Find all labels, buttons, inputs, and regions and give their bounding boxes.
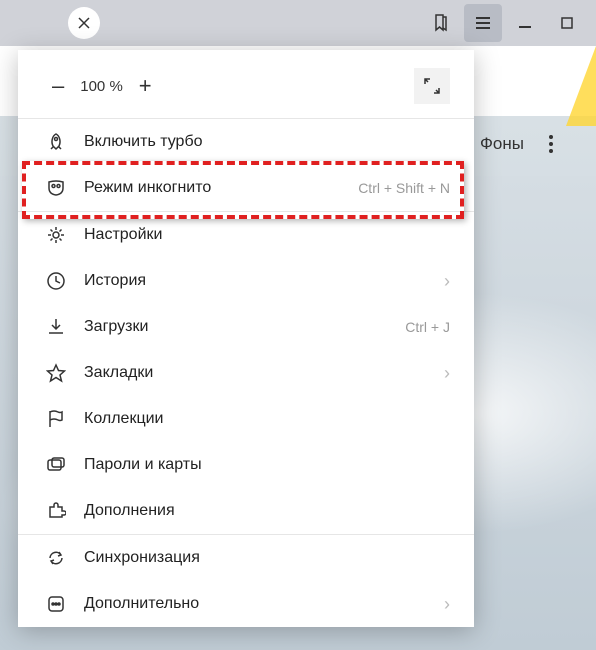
tab-close-button[interactable]	[68, 7, 100, 39]
shortcut-text: Ctrl + Shift + N	[358, 180, 450, 196]
menu-label: Загрузки	[84, 318, 405, 336]
zoom-out-button[interactable]: –	[42, 73, 74, 99]
gear-icon	[42, 224, 70, 246]
flag-icon	[42, 408, 70, 430]
menu-item-more[interactable]: Дополнительно ›	[18, 581, 474, 627]
yandex-accent	[566, 46, 596, 126]
page-controls: Фоны	[480, 134, 566, 154]
menu-item-turbo[interactable]: Включить турбо	[18, 119, 474, 165]
menu-item-incognito[interactable]: Режим инкогнито Ctrl + Shift + N	[18, 165, 474, 211]
star-icon	[42, 362, 70, 384]
clock-icon	[42, 270, 70, 292]
menu-label: Дополнительно	[84, 595, 436, 613]
menu-item-collections[interactable]: Коллекции	[18, 396, 474, 442]
menu-label: Режим инкогнито	[84, 179, 358, 197]
menu-item-passwords[interactable]: Пароли и карты	[18, 442, 474, 488]
fullscreen-button[interactable]	[414, 68, 450, 104]
minimize-button[interactable]	[504, 4, 546, 42]
close-icon	[77, 16, 91, 30]
menu-label: Закладки	[84, 364, 436, 382]
menu-label: Включить турбо	[84, 133, 450, 151]
main-menu: – 100 % + Включить турбо Режим инкогнито…	[18, 50, 474, 627]
menu-label: Пароли и карты	[84, 456, 450, 474]
sync-icon	[42, 547, 70, 569]
chevron-right-icon: ›	[444, 271, 450, 292]
menu-label: Синхронизация	[84, 549, 450, 567]
puzzle-icon	[42, 500, 70, 522]
menu-item-bookmarks[interactable]: Закладки ›	[18, 350, 474, 396]
mask-icon	[42, 177, 70, 199]
zoom-controls: – 100 % +	[18, 50, 474, 118]
menu-label: Настройки	[84, 226, 450, 244]
more-icon	[42, 593, 70, 615]
maximize-button[interactable]	[546, 4, 588, 42]
rocket-icon	[42, 131, 70, 153]
zoom-in-button[interactable]: +	[129, 73, 162, 99]
menu-item-settings[interactable]: Настройки	[18, 212, 474, 258]
menu-item-downloads[interactable]: Загрузки Ctrl + J	[18, 304, 474, 350]
backgrounds-button[interactable]: Фоны	[480, 134, 524, 154]
menu-label: Коллекции	[84, 410, 450, 428]
chevron-right-icon: ›	[444, 594, 450, 615]
menu-label: Дополнения	[84, 502, 450, 520]
bookmarks-all-icon[interactable]	[422, 4, 460, 42]
more-options-button[interactable]	[536, 135, 566, 153]
download-icon	[42, 316, 70, 338]
chevron-right-icon: ›	[444, 363, 450, 384]
titlebar	[0, 0, 596, 46]
menu-item-sync[interactable]: Синхронизация	[18, 535, 474, 581]
menu-item-addons[interactable]: Дополнения	[18, 488, 474, 534]
menu-button[interactable]	[464, 4, 502, 42]
fullscreen-icon	[423, 77, 441, 95]
menu-label: История	[84, 272, 436, 290]
menu-item-history[interactable]: История ›	[18, 258, 474, 304]
shortcut-text: Ctrl + J	[405, 319, 450, 335]
zoom-value: 100 %	[74, 78, 129, 95]
card-icon	[42, 454, 70, 476]
hamburger-icon	[474, 14, 492, 32]
